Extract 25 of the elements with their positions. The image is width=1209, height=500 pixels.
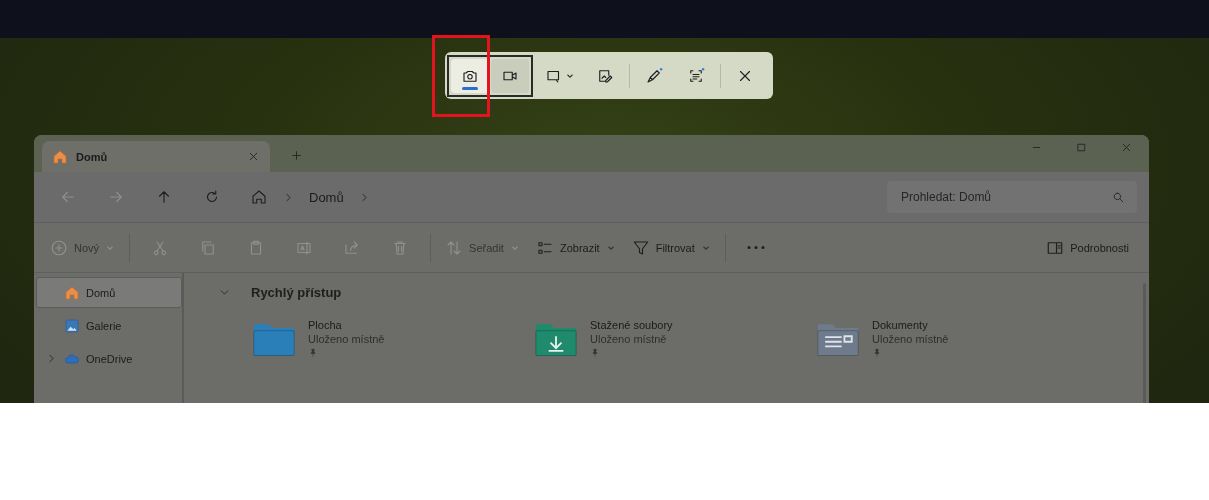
house-icon xyxy=(64,284,80,301)
home-icon xyxy=(250,188,268,206)
close-icon[interactable] xyxy=(247,150,260,163)
sidebar-item[interactable]: Galerie xyxy=(36,310,182,341)
folder-tile[interactable]: Dokumenty Uloženo místně xyxy=(816,318,1098,358)
search-field[interactable]: Prohledat: Domů xyxy=(887,181,1137,213)
video-mode-button[interactable] xyxy=(490,58,529,93)
plus-icon[interactable] xyxy=(290,149,303,162)
sidebar-item[interactable]: Domů xyxy=(36,277,182,308)
folder-tile[interactable]: Stažené soubory Uloženo místně xyxy=(534,318,816,358)
screenshot-mode-button[interactable] xyxy=(450,58,489,93)
breadcrumb[interactable]: Domů xyxy=(309,189,344,205)
folder-tile[interactable]: Plocha Uloženo místně xyxy=(252,318,534,358)
picture-icon xyxy=(64,317,80,334)
address-bar[interactable]: Domů xyxy=(238,181,883,213)
sidebar-item[interactable]: OneDrive xyxy=(36,343,182,374)
window-tab[interactable]: Domů xyxy=(42,141,270,172)
filter-button[interactable]: Filtrovat xyxy=(625,231,717,264)
search-icon xyxy=(1112,191,1125,204)
view-button[interactable]: Zobrazit xyxy=(529,231,622,264)
close-icon[interactable] xyxy=(1120,141,1133,154)
details-button[interactable]: Podrobnosti xyxy=(1040,231,1135,264)
maximize-icon[interactable] xyxy=(1075,141,1088,154)
section-title: Rychlý přístup xyxy=(251,285,342,300)
house-icon xyxy=(52,148,68,165)
